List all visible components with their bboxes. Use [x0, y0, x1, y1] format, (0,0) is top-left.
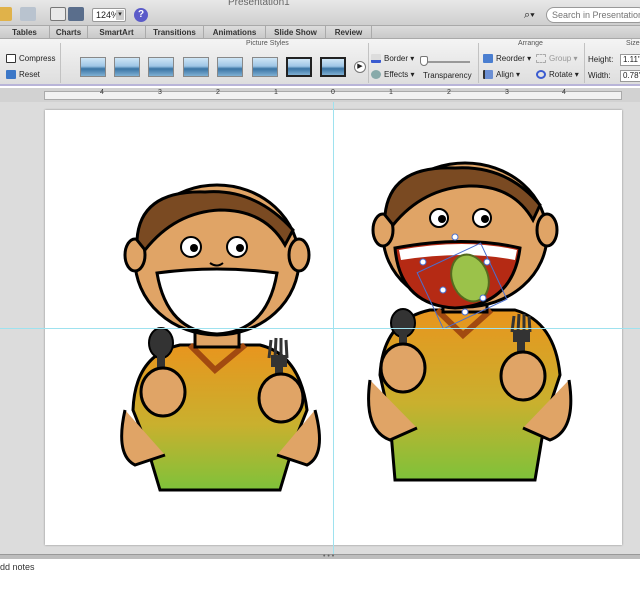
transparency-slider-knob[interactable] — [420, 56, 428, 66]
height-label: Height: — [588, 55, 614, 64]
tab-tables[interactable]: Tables — [0, 26, 50, 39]
rotate-label: Rotate — [549, 70, 573, 79]
separator — [584, 43, 585, 83]
compress-icon — [6, 54, 16, 63]
transparency-slider-track[interactable] — [424, 61, 470, 63]
picture-style-1[interactable] — [80, 57, 106, 77]
width-field[interactable]: 0.78" — [620, 70, 640, 82]
align-label: Align — [496, 70, 514, 79]
ruler-label: 1 — [389, 89, 393, 96]
effects-button[interactable]: Effects ▾ — [371, 70, 415, 79]
align-button[interactable]: Align ▾ — [483, 70, 520, 79]
print-icon[interactable] — [68, 7, 84, 21]
compress-button[interactable]: Compress — [6, 54, 55, 63]
effects-label: Effects — [384, 70, 409, 79]
search-box: ⌕▾ — [524, 7, 640, 23]
tab-slide-show[interactable]: Slide Show — [266, 26, 326, 39]
border-label: Border — [384, 54, 409, 63]
reorder-button[interactable]: Reorder ▾ — [483, 54, 531, 63]
search-input[interactable] — [546, 7, 640, 23]
reset-button[interactable]: Reset — [6, 70, 40, 79]
window-title: Presentation1 — [228, 0, 290, 8]
group-icon — [536, 54, 546, 63]
tab-review[interactable]: Review — [326, 26, 372, 39]
picture-style-8[interactable] — [320, 57, 346, 77]
reorder-label: Reorder — [496, 54, 525, 63]
notes-pane[interactable]: dd notes — [0, 559, 640, 589]
separator — [478, 43, 479, 83]
ruler-label: 2 — [216, 89, 220, 96]
picture-style-6[interactable] — [252, 57, 278, 77]
chevron-down-icon: ▾ — [116, 10, 124, 20]
align-icon — [483, 70, 493, 79]
group-button[interactable]: Group ▾ — [536, 54, 577, 63]
effects-icon — [371, 70, 381, 79]
ruler-label: 4 — [100, 89, 104, 96]
help-icon[interactable]: ? — [134, 8, 148, 22]
tab-smartart[interactable]: SmartArt — [88, 26, 146, 39]
picture-styles-label: Picture Styles — [246, 40, 289, 47]
width-label: Width: — [588, 71, 611, 80]
picture-style-3[interactable] — [148, 57, 174, 77]
border-icon — [371, 54, 381, 63]
eating-boy-picture[interactable] — [367, 161, 573, 482]
group-label: Group — [549, 54, 572, 63]
compress-label: Compress — [19, 54, 56, 63]
search-icon[interactable]: ⌕▾ — [524, 7, 544, 23]
rotate-icon — [536, 70, 546, 79]
transparency-label: Transparency — [423, 71, 472, 80]
reset-label: Reset — [19, 70, 40, 79]
horizontal-guide[interactable] — [0, 328, 640, 329]
border-button[interactable]: Border ▾ — [371, 54, 414, 63]
ruler-label: 3 — [158, 89, 162, 96]
ruler-label: 2 — [447, 89, 451, 96]
reset-icon — [6, 70, 16, 79]
ruler-label: 0 — [331, 89, 335, 96]
smiling-boy-picture[interactable] — [120, 183, 321, 492]
ruler-label: 4 — [562, 89, 566, 96]
horizontal-ruler: 4 3 2 1 0 1 2 3 4 — [0, 88, 640, 102]
tab-charts[interactable]: Charts — [50, 26, 88, 39]
tab-transitions[interactable]: Transitions — [146, 26, 204, 39]
picture-style-7[interactable] — [286, 57, 312, 77]
gallery-next-icon[interactable]: ▶ — [354, 61, 366, 73]
ruler-label: 3 — [505, 89, 509, 96]
picture-style-2[interactable] — [114, 57, 140, 77]
ruler-label: 1 — [274, 89, 278, 96]
tab-animations[interactable]: Animations — [204, 26, 266, 39]
notes-placeholder: dd notes — [0, 562, 35, 572]
size-label: Size — [626, 40, 640, 47]
layout-icon[interactable] — [50, 7, 66, 21]
ribbon-tabs: Tables Charts SmartArt Transitions Anima… — [0, 26, 640, 39]
open-icon[interactable] — [20, 7, 36, 21]
picture-style-5[interactable] — [217, 57, 243, 77]
height-field[interactable]: 1.11" — [620, 54, 640, 66]
separator — [60, 43, 61, 83]
zoom-select[interactable]: 124% ▾ — [92, 8, 126, 22]
separator — [368, 43, 369, 83]
rotate-button[interactable]: Rotate ▾ — [536, 70, 579, 79]
home-icon[interactable] — [0, 7, 12, 21]
format-picture-ribbon: Compress Reset Picture Styles ▶ Border ▾… — [0, 39, 640, 86]
reorder-icon — [483, 54, 493, 63]
arrange-label: Arrange — [518, 40, 543, 47]
standard-toolbar: Presentation1 124% ▾ ? ⌕▾ — [0, 0, 640, 26]
picture-style-4[interactable] — [183, 57, 209, 77]
